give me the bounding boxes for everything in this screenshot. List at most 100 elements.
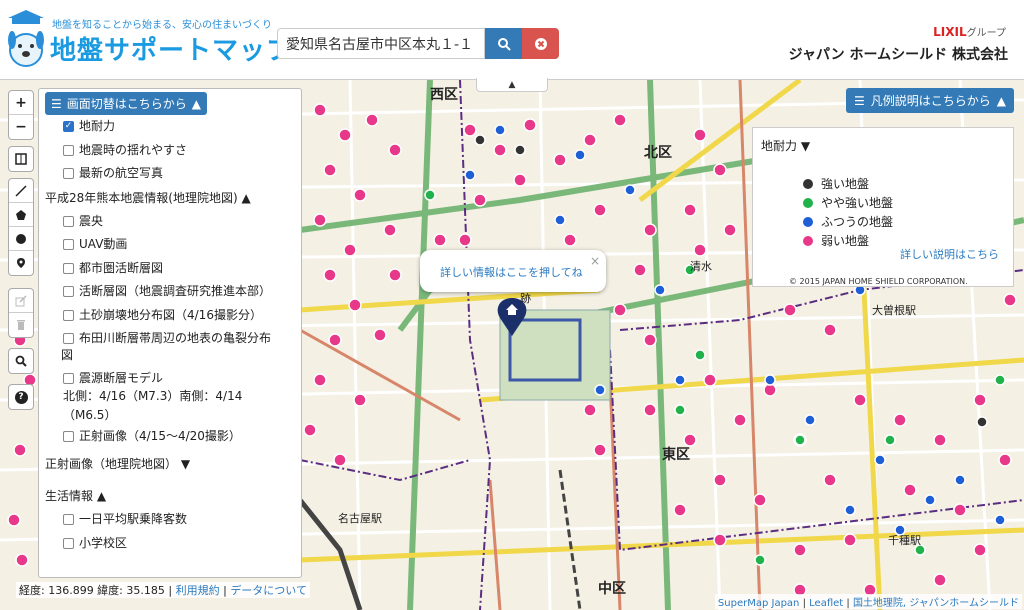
panel-icon bbox=[15, 153, 27, 165]
caret-up-icon: ▲ bbox=[996, 93, 1006, 108]
caret-up-icon: ▲ bbox=[96, 489, 107, 503]
layer-item-crack-distribution[interactable]: 布田川断層帯周辺の地表の亀裂分布図 bbox=[61, 327, 301, 367]
header-collapse-tab[interactable]: ▲ bbox=[476, 78, 548, 92]
checkbox-checked[interactable]: ✓ bbox=[63, 121, 74, 132]
edit-control bbox=[8, 288, 34, 338]
layer-item-active-fault[interactable]: 活断層図（地震調査研究推進本部） bbox=[63, 280, 301, 304]
layers-control bbox=[8, 146, 34, 172]
app-header: 地盤を知ることから始まる、安心の住まいづくり 地盤サポートマップ LIXILグル… bbox=[0, 0, 1024, 80]
checkbox[interactable] bbox=[63, 373, 74, 384]
fault-model-note: 北側：4/16（M7.3）南側：4/14（M6.5） bbox=[63, 388, 243, 422]
data-info-link[interactable]: データについて bbox=[230, 584, 307, 597]
label-castle-ruins: 跡 bbox=[520, 292, 531, 305]
clear-button[interactable] bbox=[522, 28, 559, 59]
caret-up-icon: ▲ bbox=[508, 79, 516, 90]
popup-info-link[interactable]: 詳しい情報はここを押してね bbox=[440, 264, 583, 280]
layer-switch-panel: ☰ 画面切替はこちらから ▲ ✓ 地耐力 地震時の揺れやすさ 最新の航空写真 平成… bbox=[38, 88, 302, 578]
app-title[interactable]: 地盤サポートマップ bbox=[50, 30, 293, 67]
checkbox[interactable] bbox=[63, 262, 74, 274]
label-nagoya-station: 名古屋駅 bbox=[338, 512, 382, 525]
lixil-group-logo: LIXILグループ bbox=[933, 25, 1006, 39]
draw-polygon-button[interactable] bbox=[9, 203, 33, 227]
list-icon: ☰ bbox=[51, 96, 62, 111]
checkbox[interactable] bbox=[63, 309, 74, 321]
layer-item-uav-video[interactable]: UAV動画 bbox=[63, 233, 301, 257]
life-info-section-header[interactable]: 生活情報 ▲ bbox=[45, 484, 301, 508]
label-higashi-ward: 東区 bbox=[662, 447, 690, 463]
legend-detail-link[interactable]: 詳しい説明はこちら bbox=[900, 246, 999, 262]
list-icon: ☰ bbox=[853, 93, 865, 108]
search-control bbox=[8, 348, 34, 374]
legend-item-fairly-strong: やや強い地盤 bbox=[803, 194, 893, 211]
layer-item-orthophoto-dates[interactable]: 正射画像（4/15〜4/20撮影） bbox=[63, 425, 301, 449]
search-icon bbox=[15, 355, 27, 367]
legend-dot-fairly-strong bbox=[803, 197, 813, 208]
layer-panel-toggle-button[interactable]: ☰ 画面切替はこちらから ▲ bbox=[45, 92, 208, 115]
draw-marker-button[interactable] bbox=[9, 251, 33, 275]
caret-down-icon: ▼ bbox=[800, 139, 811, 153]
checkbox[interactable] bbox=[63, 537, 74, 549]
legend-item-strong: 強い地盤 bbox=[803, 175, 869, 192]
attrib-supermap-link[interactable]: SuperMap Japan bbox=[718, 598, 799, 609]
search-button[interactable] bbox=[485, 28, 522, 59]
checkbox[interactable] bbox=[63, 239, 74, 250]
checkbox[interactable] bbox=[63, 514, 74, 525]
address-search-input[interactable] bbox=[277, 28, 485, 59]
layer-item-epicenter[interactable]: 震央 bbox=[63, 210, 301, 234]
tagline: 地盤を知ることから始まる、安心の住まいづくり bbox=[52, 20, 272, 31]
label-naka-ward: 中区 bbox=[598, 581, 626, 597]
checkbox[interactable] bbox=[63, 430, 74, 442]
checkbox[interactable] bbox=[63, 168, 74, 179]
caret-up-icon: ▲ bbox=[191, 96, 202, 111]
zoom-in-button[interactable]: + bbox=[9, 91, 33, 115]
legend-panel: 地耐力 ▼ 強い地盤 やや強い地盤 ふつうの地盤 弱い地盤 詳しい説明はこちら … bbox=[752, 127, 1014, 287]
polyline-icon bbox=[15, 184, 27, 197]
attrib-gsi-link[interactable]: 国土地理院, ジャパンホームシールド bbox=[853, 598, 1019, 609]
mascot-dog-logo bbox=[8, 10, 44, 67]
checkbox[interactable] bbox=[63, 215, 74, 227]
draw-line-button[interactable] bbox=[9, 179, 33, 203]
label-kita-ward: 北区 bbox=[644, 145, 672, 161]
legend-title[interactable]: 地耐力 ▼ bbox=[761, 137, 810, 154]
draw-circle-button[interactable] bbox=[9, 227, 33, 251]
legend-dot-strong bbox=[803, 178, 813, 189]
kumamoto-section-header[interactable]: 平成28年熊本地震情報(地理院地図) ▲ bbox=[45, 186, 301, 210]
map-search-button[interactable] bbox=[9, 349, 33, 373]
checkbox[interactable] bbox=[63, 144, 74, 156]
zoom-out-button[interactable]: − bbox=[9, 115, 33, 139]
layer-item-urban-fault[interactable]: 都市圏活断層図 bbox=[63, 257, 301, 281]
layer-item-shaking[interactable]: 地震時の揺れやすさ bbox=[63, 139, 301, 163]
legend-item-weak: 弱い地盤 bbox=[803, 232, 869, 249]
delete-layers-button[interactable] bbox=[9, 313, 33, 337]
popup-close-button[interactable]: × bbox=[590, 254, 600, 268]
clear-circle-icon bbox=[534, 37, 547, 50]
layer-item-station-passengers[interactable]: 一日平均駅乗降客数 bbox=[63, 508, 301, 532]
legend-toggle-button[interactable]: ☰ 凡例説明はこちらから ▲ bbox=[845, 88, 1014, 113]
layer-item-school-district[interactable]: 小学校区 bbox=[63, 532, 301, 556]
checkbox[interactable] bbox=[63, 286, 74, 297]
caret-down-icon: ▼ bbox=[180, 457, 191, 471]
edit-layers-button[interactable] bbox=[9, 289, 33, 313]
legend-dot-weak bbox=[803, 235, 813, 246]
coordinate-readout: 経度: 136.899 緯度: 35.185 | 利用規約 | データについて bbox=[16, 582, 310, 598]
layer-item-landslide[interactable]: 土砂崩壊地分布図（4/16撮影分） bbox=[63, 304, 301, 328]
help-icon: ? bbox=[14, 390, 28, 404]
terms-link[interactable]: 利用規約 bbox=[176, 584, 220, 597]
info-popup: 詳しい情報はここを押してね × bbox=[420, 250, 606, 292]
label-nishi-ward: 西区 bbox=[430, 87, 458, 103]
trash-icon bbox=[17, 320, 25, 330]
label-shimizu: 清水 bbox=[690, 260, 712, 273]
attrib-leaflet-link[interactable]: Leaflet bbox=[809, 598, 843, 609]
company-name: ジャパン ホームシールド 株式会社 bbox=[788, 47, 1008, 63]
legend-copyright: © 2015 JAPAN HOME SHIELD CORPORATION. bbox=[789, 277, 968, 286]
legend-dot-normal bbox=[803, 216, 813, 227]
zoom-control: + − bbox=[8, 90, 34, 140]
search-icon bbox=[497, 37, 511, 51]
circle-icon bbox=[16, 233, 26, 244]
layer-item-aerial-photo[interactable]: 最新の航空写真 bbox=[63, 162, 301, 186]
layer-item-bearing-capacity[interactable]: ✓ 地耐力 bbox=[63, 115, 301, 139]
orthophoto-section-header[interactable]: 正射画像（地理院地図） ▼ bbox=[45, 452, 301, 476]
layers-toggle-button[interactable] bbox=[9, 147, 33, 171]
draw-control bbox=[8, 178, 34, 276]
help-button[interactable]: ? bbox=[9, 385, 33, 409]
